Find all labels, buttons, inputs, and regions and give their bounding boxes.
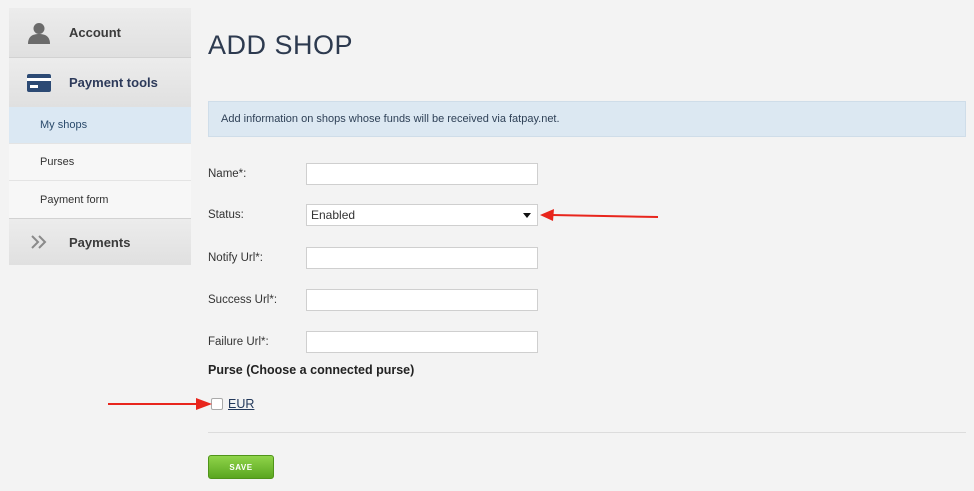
failure-url-label: Failure Url*: (208, 336, 269, 348)
double-chevron-right-icon (9, 234, 69, 250)
user-icon (9, 22, 69, 44)
annotation-arrow-status (540, 209, 659, 221)
dropdown-caret-icon (523, 212, 531, 218)
purse-option-eur: EUR (211, 397, 254, 411)
name-label: Name*: (208, 168, 247, 180)
notify-url-row: Notify Url*: (208, 246, 538, 270)
save-button[interactable]: SAVE (208, 455, 274, 479)
sidebar-item-account-label: Account (69, 25, 121, 40)
credit-card-icon (9, 73, 69, 93)
sidebar: Account Payment tools My shops Purses Pa… (9, 8, 191, 265)
sidebar-item-payments-label: Payments (69, 234, 131, 250)
sidebar-item-payments[interactable]: Payments (9, 218, 191, 265)
form-divider (208, 432, 966, 433)
status-row: Status: Enabled (208, 203, 538, 227)
status-label: Status: (208, 209, 244, 221)
page-title: ADD SHOP (208, 30, 354, 60)
sidebar-item-payment-form[interactable]: Payment form (9, 181, 191, 218)
sidebar-item-payment-tools-label: Payment tools (69, 75, 158, 90)
purse-heading: Purse (Choose a connected purse) (208, 363, 415, 377)
notify-url-input[interactable] (306, 247, 538, 269)
success-url-input[interactable] (306, 289, 538, 311)
name-row: Name*: (208, 162, 538, 186)
annotation-arrow-purse (108, 398, 212, 410)
purse-eur-link[interactable]: EUR (228, 397, 254, 411)
status-select[interactable]: Enabled (306, 204, 538, 226)
sidebar-item-my-shops[interactable]: My shops (9, 107, 191, 144)
sidebar-item-account[interactable]: Account (9, 8, 191, 58)
notify-url-label: Notify Url*: (208, 252, 263, 264)
sidebar-item-purses[interactable]: Purses (9, 144, 191, 181)
success-url-label: Success Url*: (208, 294, 278, 306)
purse-eur-checkbox[interactable] (211, 398, 223, 410)
failure-url-row: Failure Url*: (208, 330, 538, 354)
sidebar-item-payment-tools[interactable]: Payment tools (9, 58, 191, 107)
status-select-value: Enabled (311, 208, 356, 222)
payment-tools-submenu: My shops Purses Payment form (9, 107, 191, 218)
success-url-row: Success Url*: (208, 288, 538, 312)
failure-url-input[interactable] (306, 331, 538, 353)
info-banner: Add information on shops whose funds wil… (208, 101, 966, 137)
name-input[interactable] (306, 163, 538, 185)
